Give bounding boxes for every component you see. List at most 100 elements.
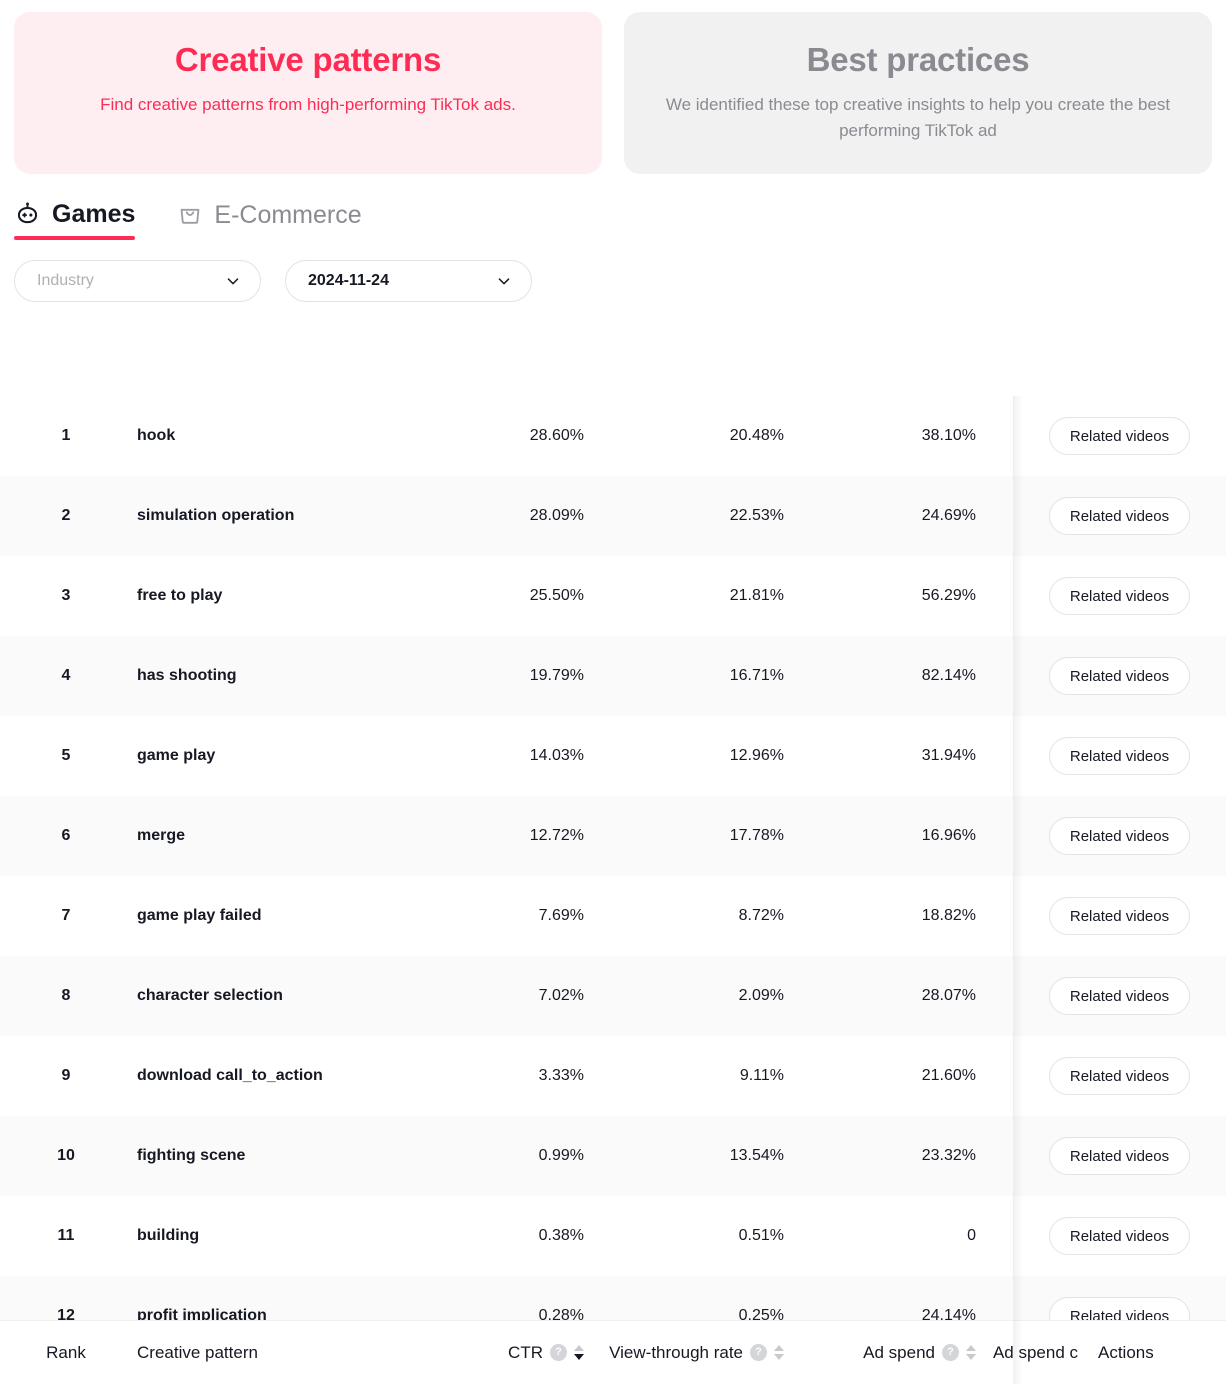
cell-ad-spend: 21.60% — [921, 1067, 976, 1084]
ad-spend-help-icon[interactable]: ? — [942, 1344, 959, 1361]
view-through-rate-sort-toggle[interactable] — [774, 1345, 784, 1360]
cell-actions: Related videos — [1013, 977, 1226, 1015]
ad-spend-sort-toggle[interactable] — [966, 1345, 976, 1360]
cell-ctr: 7.02% — [538, 987, 584, 1004]
cell-ctr: 0.28% — [538, 1307, 584, 1320]
column-header-ctr[interactable]: CTR ? — [412, 1343, 584, 1363]
cell-actions: Related videos — [1013, 737, 1226, 775]
tab-ecommerce[interactable]: E-Commerce — [177, 202, 362, 240]
chevron-down-icon — [224, 272, 242, 290]
column-header-creative-pattern: Creative pattern — [132, 1343, 412, 1363]
table-row: 10 fighting scene 0.99% 13.54% 23.32% Related… — [0, 1116, 1226, 1196]
category-tabs: Games E-Commerce — [0, 174, 1226, 240]
cell-ctr: 7.69% — [538, 907, 584, 924]
related-videos-button[interactable]: Related videos — [1048, 897, 1191, 935]
cell-creative-pattern: simulation operation — [137, 507, 295, 524]
tab-active-underline — [14, 236, 136, 240]
cell-ad-spend: 24.14% — [921, 1307, 976, 1320]
cell-rank: 8 — [61, 987, 71, 1004]
cell-rank: 10 — [57, 1147, 75, 1164]
cell-ad-spend: 38.10% — [921, 427, 976, 444]
column-header-view-through-rate-label: View-through rate — [609, 1342, 743, 1362]
cell-rank: 12 — [57, 1307, 75, 1320]
cell-ctr: 3.33% — [538, 1067, 584, 1084]
cell-ad-spend: 18.82% — [921, 907, 976, 924]
view-through-rate-help-icon[interactable]: ? — [750, 1344, 767, 1361]
cell-ctr: 25.50% — [529, 587, 584, 604]
column-header-view-through-rate[interactable]: View-through rate ? — [584, 1343, 784, 1363]
column-header-actions: Actions — [1078, 1343, 1226, 1363]
best-practices-card[interactable]: Best practices We identified these top c… — [624, 12, 1212, 174]
column-header-creative-pattern-label: Creative pattern — [137, 1342, 258, 1362]
cell-rank: 7 — [61, 907, 71, 924]
related-videos-button[interactable]: Related videos — [1048, 657, 1191, 695]
cell-view-through-rate: 21.81% — [729, 587, 784, 604]
industry-select[interactable]: Industry — [14, 260, 261, 302]
column-header-rank-label: Rank — [46, 1342, 86, 1362]
cell-actions: Related videos — [1013, 1057, 1226, 1095]
cell-ctr: 0.99% — [538, 1147, 584, 1164]
cell-creative-pattern: hook — [137, 427, 176, 444]
cell-rank: 6 — [61, 827, 71, 844]
cell-ad-spend: 16.96% — [921, 827, 976, 844]
cell-creative-pattern: merge — [137, 827, 186, 844]
column-header-ctr-label: CTR — [508, 1342, 543, 1362]
cell-view-through-rate: 13.54% — [729, 1147, 784, 1164]
related-videos-button[interactable]: Related videos — [1048, 1217, 1191, 1255]
industry-select-value: Industry — [37, 272, 94, 289]
cell-creative-pattern: has shooting — [137, 667, 237, 684]
cell-creative-pattern: character selection — [137, 987, 283, 1004]
cell-actions: Related videos — [1013, 577, 1226, 615]
related-videos-button[interactable]: Related videos — [1048, 977, 1191, 1015]
cell-ad-spend: 23.32% — [921, 1147, 976, 1164]
table-row: 5 game play 14.03% 12.96% 31.94% Related vide… — [0, 716, 1226, 796]
ctr-sort-toggle[interactable] — [574, 1345, 584, 1360]
date-select[interactable]: 2024-11-24 — [285, 260, 532, 302]
cell-actions: Related videos — [1013, 1217, 1226, 1255]
related-videos-button[interactable]: Related videos — [1048, 577, 1191, 615]
date-select-value: 2024-11-24 — [308, 272, 389, 289]
creative-patterns-table: 1 hook 28.60% 20.48% 38.10% Related videos 2 si… — [0, 396, 1226, 1320]
table-row: 4 has shooting 19.79% 16.71% 82.14% Related v… — [0, 636, 1226, 716]
cell-ad-spend: 31.94% — [921, 747, 976, 764]
column-header-ad-spend-clipped-label: Ad spend c — [992, 1342, 1078, 1362]
shopping-bag-icon — [177, 202, 203, 228]
mode-card-row: Creative patterns Find creative patterns… — [0, 0, 1226, 174]
sort-ascending-icon — [774, 1345, 784, 1351]
cell-rank: 11 — [57, 1227, 75, 1244]
related-videos-button[interactable]: Related videos — [1048, 737, 1191, 775]
sort-descending-icon — [574, 1354, 584, 1360]
filter-bar: Industry 2024-11-24 — [0, 240, 1226, 302]
related-videos-button[interactable]: Related videos — [1048, 1057, 1191, 1095]
cell-view-through-rate: 22.53% — [729, 507, 784, 524]
cell-ad-spend: 56.29% — [921, 587, 976, 604]
cell-actions: Related videos — [1013, 817, 1226, 855]
related-videos-button[interactable]: Related videos — [1048, 817, 1191, 855]
related-videos-button[interactable]: Related videos — [1048, 497, 1191, 535]
cell-view-through-rate: 9.11% — [739, 1067, 784, 1084]
creative-patterns-card[interactable]: Creative patterns Find creative patterns… — [14, 12, 602, 174]
cell-ad-spend: 24.69% — [921, 507, 976, 524]
tab-games[interactable]: Games — [14, 201, 136, 240]
column-header-ad-spend[interactable]: Ad spend ? — [784, 1343, 976, 1363]
sort-descending-icon — [966, 1354, 976, 1360]
cell-view-through-rate: 8.72% — [738, 907, 784, 924]
cell-view-through-rate: 0.51% — [738, 1227, 784, 1244]
related-videos-button[interactable]: Related videos — [1048, 1297, 1191, 1320]
cell-rank: 3 — [61, 587, 71, 604]
column-header-ad-spend-clipped[interactable]: Ad spend c — [976, 1343, 1078, 1363]
cell-view-through-rate: 0.25% — [738, 1307, 784, 1320]
cell-ctr: 19.79% — [529, 667, 584, 684]
cell-ctr: 28.60% — [529, 427, 584, 444]
cell-actions: Related videos — [1013, 417, 1226, 455]
related-videos-button[interactable]: Related videos — [1048, 1137, 1191, 1175]
gamepad-icon — [14, 201, 41, 228]
ctr-help-icon[interactable]: ? — [550, 1344, 567, 1361]
table-header-row: Rank Creative pattern CTR ? View-through… — [0, 1320, 1226, 1384]
table-row: 7 game play failed 7.69% 8.72% 18.82% Related… — [0, 876, 1226, 956]
cell-rank: 4 — [61, 667, 71, 684]
cell-creative-pattern: game play failed — [137, 907, 262, 924]
table-row: 1 hook 28.60% 20.48% 38.10% Related videos — [0, 396, 1226, 476]
related-videos-button[interactable]: Related videos — [1048, 417, 1191, 455]
cell-view-through-rate: 2.09% — [738, 987, 784, 1004]
